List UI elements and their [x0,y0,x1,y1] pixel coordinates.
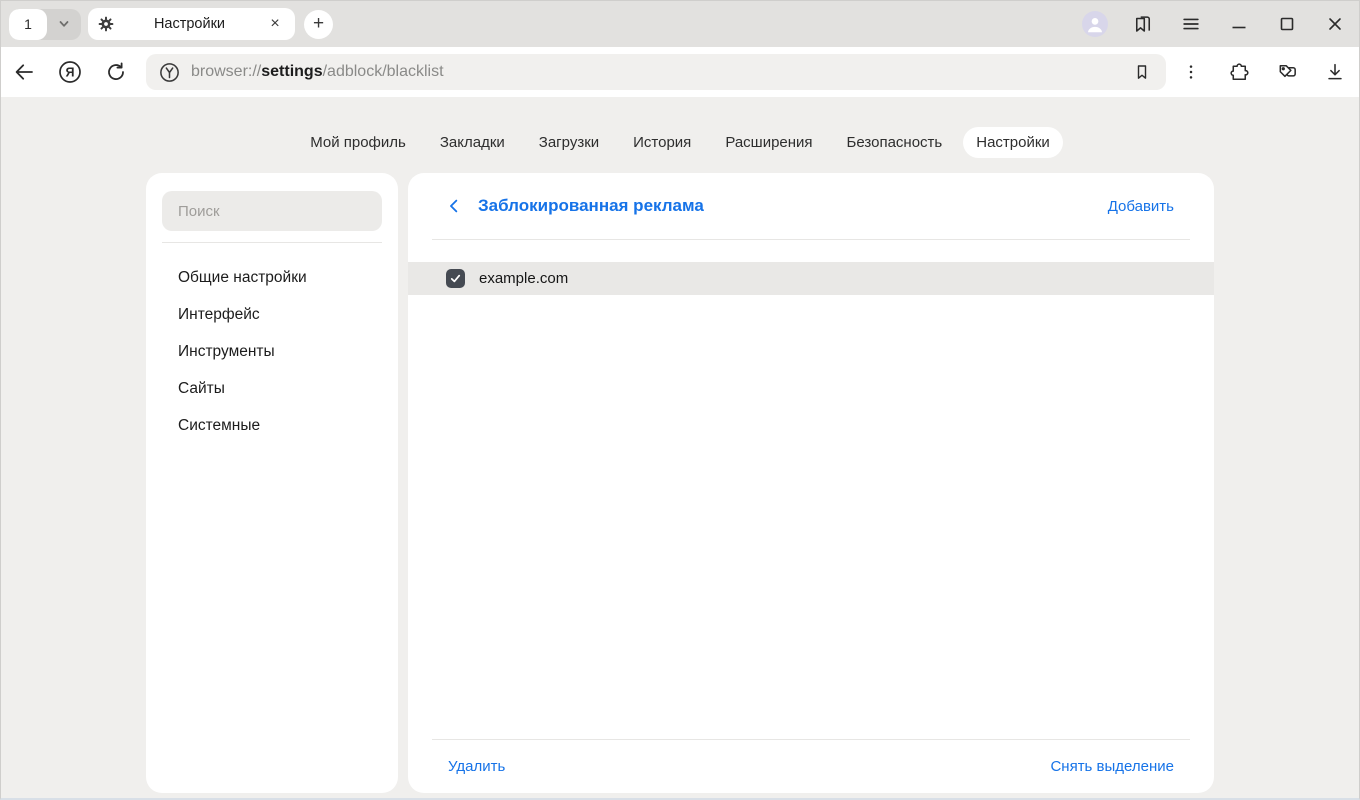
download-icon [1324,61,1346,83]
nav-item-settings[interactable]: Настройки [963,127,1063,158]
profile-avatar[interactable] [1071,1,1119,47]
panel-footer: Удалить Снять выделение [408,740,1214,793]
collections-button[interactable] [1263,47,1311,97]
kebab-icon [1181,62,1201,82]
divider [432,239,1190,240]
settings-sidebar: Общие настройки Интерфейс Инструменты Са… [146,173,398,793]
nav-item-extensions[interactable]: Расширения [712,127,825,158]
settings-page: Мой профиль Закладки Загрузки История Ра… [1,97,1359,798]
protect-icon [158,61,181,84]
svg-text:Я: Я [66,66,75,80]
toolbar-right [1167,47,1359,97]
window-minimize-button[interactable] [1215,1,1263,47]
browser-menu-button[interactable] [1167,1,1215,47]
divider [162,242,382,243]
yandex-icon: Я [57,59,83,85]
blocked-ads-panel: Заблокированная реклама Добавить example… [408,173,1214,793]
browser-window: 1 [0,0,1360,800]
downloads-button[interactable] [1311,47,1359,97]
minimize-icon [1229,14,1249,34]
nav-item-bookmarks[interactable]: Закладки [427,127,518,158]
search-input[interactable] [162,191,382,231]
tab-title: Настройки [115,16,264,32]
sidebar-item-sites[interactable]: Сайты [162,370,382,407]
window-close-button[interactable] [1311,1,1359,47]
panel-header: Заблокированная реклама Добавить [408,173,1214,239]
bookmark-flag-icon [1132,13,1154,35]
url-text[interactable]: browser://settings/adblock/blacklist [191,63,444,81]
nav-item-profile[interactable]: Мой профиль [297,127,419,158]
maximize-icon [1277,14,1297,34]
avatar-icon [1082,11,1108,37]
reload-icon [104,60,128,84]
nav-item-history[interactable]: История [620,127,704,158]
chevron-down-icon[interactable] [47,9,81,40]
tab-counter[interactable]: 1 [9,9,81,40]
page-menu-button[interactable] [1167,47,1215,97]
bookmark-page-button[interactable] [1125,57,1159,87]
bookmarks-panel-button[interactable] [1119,1,1167,47]
sidebar-item-tools[interactable]: Инструменты [162,333,382,370]
puzzle-icon [1228,61,1251,84]
close-icon [1325,14,1345,34]
nav-item-security[interactable]: Безопасность [834,127,956,158]
sidebar-item-system[interactable]: Системные [162,407,382,444]
hamburger-icon [1180,13,1202,35]
tab-bar: 1 [1,1,1359,47]
yandex-home-button[interactable]: Я [47,47,93,97]
nav-item-downloads[interactable]: Загрузки [526,127,612,158]
add-button[interactable]: Добавить [1108,198,1174,215]
delete-button[interactable]: Удалить [448,758,505,775]
close-tab-icon[interactable]: × [264,13,286,35]
blacklist-row[interactable]: example.com [408,262,1214,295]
tab-settings[interactable]: Настройки × [88,8,295,40]
reload-button[interactable] [93,47,139,97]
page-title: Заблокированная реклама [478,196,704,216]
address-bar[interactable]: browser://settings/adblock/blacklist [146,54,1166,90]
window-maximize-button[interactable] [1263,1,1311,47]
extensions-button[interactable] [1215,47,1263,97]
row-domain: example.com [479,270,568,287]
deselect-button[interactable]: Снять выделение [1050,758,1174,775]
toolbar: Я browser://settings/adblock/blacklist [1,47,1359,97]
sidebar-item-interface[interactable]: Интерфейс [162,296,382,333]
back-button[interactable] [1,47,47,97]
new-tab-button[interactable]: + [304,10,333,39]
back-arrow-icon [12,60,36,84]
collections-tag-icon [1276,61,1299,84]
tab-count-badge[interactable]: 1 [9,9,47,40]
gear-icon [97,15,115,33]
settings-nav: Мой профиль Закладки Загрузки История Ра… [1,127,1359,158]
sidebar-item-general[interactable]: Общие настройки [162,259,382,296]
row-checkbox-checked[interactable] [446,269,465,288]
back-chevron-button[interactable] [444,195,466,217]
panel-empty-area [408,295,1214,739]
